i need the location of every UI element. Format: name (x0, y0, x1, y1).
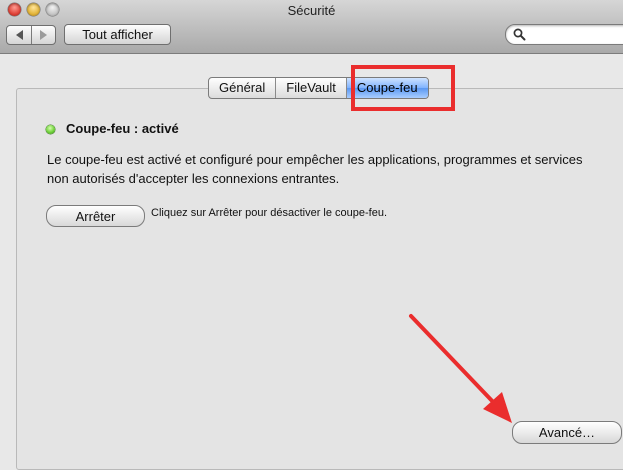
window-title: Sécurité (287, 3, 336, 18)
tab-general[interactable]: Général (209, 78, 277, 98)
firewall-status-label: Coupe-feu : activé (66, 121, 179, 136)
window-titlebar: Sécurité Tout afficher (0, 0, 623, 54)
search-input[interactable] (528, 27, 622, 43)
tab-filevault[interactable]: FileVault (276, 78, 347, 98)
advanced-button[interactable]: Avancé… (512, 421, 622, 444)
back-button[interactable] (7, 26, 32, 44)
show-all-button[interactable]: Tout afficher (64, 24, 171, 45)
back-forward-control (6, 25, 56, 45)
settings-panel (16, 88, 623, 470)
chevron-right-icon (39, 30, 47, 40)
chevron-left-icon (15, 30, 23, 40)
forward-button[interactable] (31, 26, 55, 44)
firewall-description: Le coupe-feu est activé et configuré pou… (47, 152, 583, 186)
search-icon (513, 28, 526, 41)
search-field[interactable] (505, 24, 623, 45)
stop-firewall-button[interactable]: Arrêter (46, 205, 145, 227)
annotation-highlight-box (351, 65, 455, 111)
status-indicator-icon (46, 125, 55, 134)
stop-hint-text: Cliquez sur Arrêter pour désactiver le c… (151, 207, 388, 219)
